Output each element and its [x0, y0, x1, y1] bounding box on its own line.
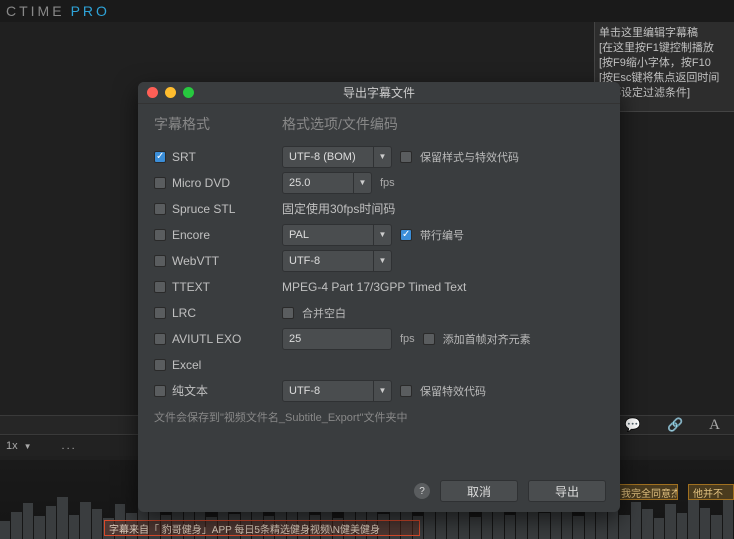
srt-keep-style-checkbox[interactable] [400, 151, 412, 163]
brand-text-1: CTIME [6, 3, 65, 19]
format-ttext-label: TTEXT [172, 280, 210, 294]
format-srt-label: SRT [172, 150, 196, 164]
srt-keep-style-label: 保留样式与特效代码 [420, 149, 519, 165]
dialog-titlebar[interactable]: 导出字幕文件 [138, 82, 620, 104]
chevron-down-icon: ▼ [373, 147, 391, 167]
lrc-merge-blank-checkbox[interactable] [282, 307, 294, 319]
format-encore-checkbox[interactable] [154, 229, 166, 241]
comment-icon[interactable]: 💬 [625, 417, 641, 433]
format-sprucestl-checkbox[interactable] [154, 203, 166, 215]
srt-encoding-select[interactable]: UTF-8 (BOM) ▼ [282, 146, 392, 168]
zoom-icon[interactable] [183, 87, 194, 98]
zoom-more[interactable]: ... [62, 440, 77, 452]
hint-line: [按F9缩小字体，按F10 [599, 56, 730, 71]
format-microdvd-checkbox[interactable] [154, 177, 166, 189]
help-icon[interactable]: ? [414, 483, 430, 499]
section-header-options: 格式选项/文件编码 [282, 114, 604, 134]
encore-standard-select[interactable]: PAL ▼ [282, 224, 392, 246]
cancel-button[interactable]: 取消 [440, 480, 518, 502]
plaintext-keep-effects-label: 保留特效代码 [420, 383, 486, 399]
app-titlebar: CTIME PRO [0, 0, 734, 22]
subtitle-clip-selected[interactable]: 字幕来自「 豹哥健身」APP 每日5条精选健身视频\N健美健身 [104, 520, 420, 536]
format-aviutl-checkbox[interactable] [154, 333, 166, 345]
format-plaintext-checkbox[interactable] [154, 385, 166, 397]
dialog-title: 导出字幕文件 [138, 84, 620, 101]
chevron-down-icon: ▼ [353, 173, 371, 193]
chevron-down-icon: ▼ [373, 251, 391, 271]
export-subtitle-dialog: 导出字幕文件 字幕格式 格式选项/文件编码 SRT UTF-8 (BOM) ▼ … [138, 82, 620, 512]
hint-line: [在这里按F1键控制播放 [599, 41, 730, 56]
format-plaintext-label: 纯文本 [172, 382, 208, 399]
format-sprucestl-label: Spruce STL [172, 202, 235, 216]
format-srt-checkbox[interactable] [154, 151, 166, 163]
format-microdvd-label: Micro DVD [172, 176, 230, 190]
plaintext-keep-effects-checkbox[interactable] [400, 385, 412, 397]
format-webvtt-label: WebVTT [172, 254, 219, 268]
export-button[interactable]: 导出 [528, 480, 606, 502]
link-icon[interactable]: 🔗 [667, 417, 683, 433]
section-header-formats: 字幕格式 [154, 114, 282, 134]
format-encore-label: Encore [172, 228, 210, 242]
brand-text-2: PRO [71, 3, 110, 19]
format-lrc-checkbox[interactable] [154, 307, 166, 319]
aviutl-fps-input[interactable]: 25 [282, 328, 392, 350]
format-webvtt-checkbox[interactable] [154, 255, 166, 267]
sprucestl-note: 固定使用30fps时间码 [282, 200, 395, 217]
format-ttext-checkbox[interactable] [154, 281, 166, 293]
minimize-icon[interactable] [165, 87, 176, 98]
format-aviutl-label: AVIUTL EXO [172, 332, 241, 346]
zoom-dropdown-icon[interactable]: ▼ [24, 442, 32, 451]
hint-line: 单击这里编辑字幕稿 [599, 26, 730, 41]
microdvd-fps-select[interactable]: 25.0 ▼ [282, 172, 372, 194]
webvtt-encoding-select[interactable]: UTF-8 ▼ [282, 250, 392, 272]
text-style-icon[interactable]: A [709, 417, 720, 434]
plaintext-encoding-select[interactable]: UTF-8 ▼ [282, 380, 392, 402]
zoom-level[interactable]: 1x [6, 440, 18, 452]
ttext-note: MPEG-4 Part 17/3GPP Timed Text [282, 280, 466, 294]
aviutl-first-frame-checkbox[interactable] [423, 333, 435, 345]
encore-linenum-label: 带行编号 [420, 227, 464, 243]
subtitle-clip[interactable]: 他并不 [688, 484, 734, 500]
save-location-note: 文件会保存到"视频文件名_Subtitle_Export"文件夹中 [154, 409, 604, 425]
subtitle-clip[interactable]: 我完全同意杰 [616, 484, 678, 500]
format-excel-label: Excel [172, 358, 201, 372]
encore-linenum-checkbox[interactable] [400, 229, 412, 241]
lrc-merge-blank-label: 合并空白 [302, 305, 346, 321]
format-excel-checkbox[interactable] [154, 359, 166, 371]
format-lrc-label: LRC [172, 306, 196, 320]
aviutl-first-frame-label: 添加首帧对齐元素 [443, 331, 531, 347]
chevron-down-icon: ▼ [373, 381, 391, 401]
fps-unit-label: fps [400, 333, 415, 345]
fps-unit-label: fps [380, 177, 395, 189]
chevron-down-icon: ▼ [373, 225, 391, 245]
close-icon[interactable] [147, 87, 158, 98]
